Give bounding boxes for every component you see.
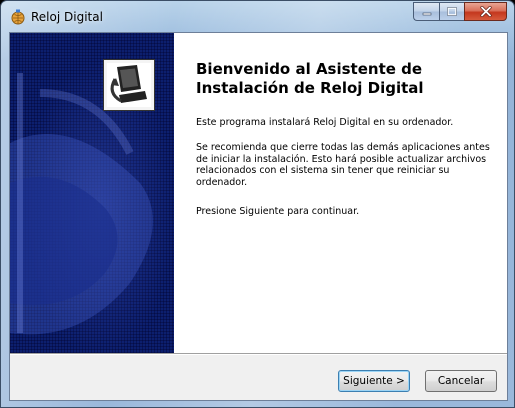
installer-window: Reloj Digital Bienvenido al Asistente de…: [0, 0, 515, 408]
minimize-button[interactable]: [413, 2, 439, 21]
computer-install-icon: [103, 59, 155, 111]
wizard-heading: Bienvenido al Asistente de Instalación d…: [196, 60, 424, 97]
next-button[interactable]: Siguiente >: [338, 370, 410, 392]
minimize-icon: [422, 12, 431, 15]
continue-instruction-text: Presione Siguiente para continuar.: [196, 206, 360, 217]
installer-globe-icon: [11, 9, 25, 25]
wizard-side-panel: [10, 33, 174, 353]
recommendation-text: Se recomienda que cierre todas las demás…: [196, 142, 490, 188]
wizard-client-area: Bienvenido al Asistente de Instalación d…: [9, 32, 508, 401]
wizard-button-row: Siguiente > Cancelar: [10, 355, 507, 400]
caption-buttons: [413, 2, 507, 21]
intro-text: Este programa instalará Reloj Digital en…: [196, 117, 454, 128]
cancel-button[interactable]: Cancelar: [425, 370, 497, 392]
wizard-content: Bienvenido al Asistente de Instalación d…: [174, 33, 507, 353]
maximize-icon: [447, 7, 457, 16]
title-bar[interactable]: Reloj Digital: [1, 1, 514, 32]
window-title: Reloj Digital: [31, 10, 103, 24]
close-button[interactable]: [464, 2, 507, 21]
close-icon: [479, 6, 492, 17]
maximize-button[interactable]: [439, 2, 464, 21]
